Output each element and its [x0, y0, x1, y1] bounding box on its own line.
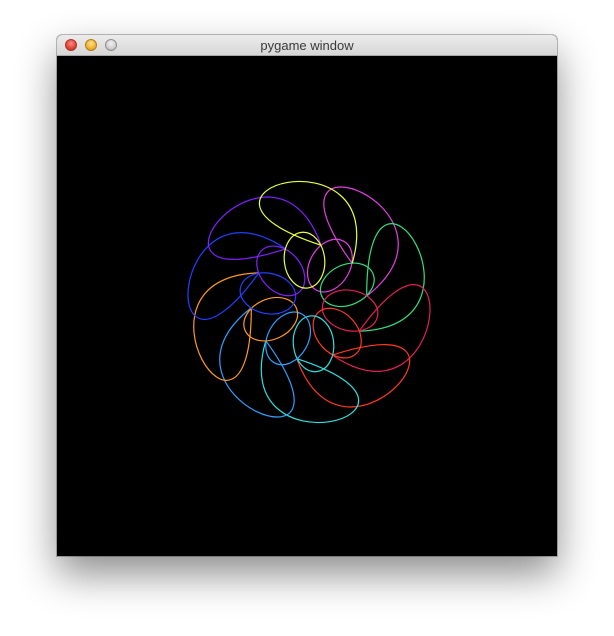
sky-loop-inner [265, 311, 312, 366]
red-loop-inner [312, 307, 362, 359]
green-loop-outer [359, 223, 425, 332]
orange-loop-inner [243, 296, 299, 342]
crimson-loop-inner [321, 289, 379, 332]
cyan-loop-outer [260, 340, 360, 424]
magenta-loop-outer [323, 186, 399, 297]
red-loop-outer [296, 344, 411, 408]
blue-loop-inner [239, 272, 297, 315]
window-title: pygame window [260, 38, 354, 53]
violet-loop-outer [207, 196, 322, 260]
orange-loop-outer [193, 272, 259, 381]
violet-loop-inner [256, 245, 306, 297]
desktop: pygame window [0, 0, 614, 636]
yellow-loop-outer [258, 180, 358, 264]
magenta-loop-inner [306, 238, 353, 293]
pygame-canvas[interactable] [57, 56, 557, 556]
sky-loop-outer [219, 307, 295, 418]
green-loop-inner [319, 262, 375, 308]
spirograph-drawing [187, 180, 431, 424]
title-bar[interactable]: pygame window [57, 35, 557, 56]
pygame-window[interactable]: pygame window [57, 35, 557, 556]
